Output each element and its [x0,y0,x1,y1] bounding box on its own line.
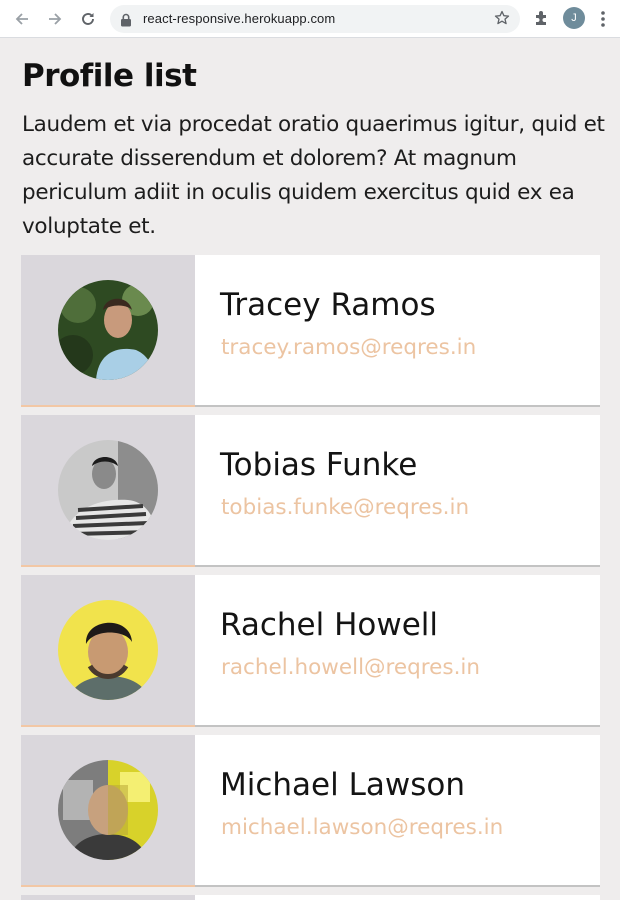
avatar-panel [21,255,195,407]
forward-arrow-icon[interactable] [43,7,67,31]
avatar-panel [21,895,195,900]
kebab-menu-icon[interactable] [600,9,606,33]
avatar-panel [21,735,195,887]
avatar [58,440,158,540]
profile-email[interactable]: michael.lawson@reqres.in [221,815,503,840]
avatar-panel [21,415,195,567]
profile-email[interactable]: tobias.funke@reqres.in [221,495,469,520]
profile-name: Tracey Ramos [220,287,436,323]
reload-icon[interactable] [76,7,100,31]
profile-name: Michael Lawson [220,767,465,803]
intro-paragraph: Laudem et via procedat oratio quaerimus … [22,112,605,239]
avatar-panel [21,575,195,727]
star-icon[interactable] [494,10,510,30]
url-text: react-responsive.herokuapp.com [143,11,336,26]
profile-avatar-button[interactable]: J [563,7,585,29]
avatar [58,600,158,700]
browser-toolbar: react-responsive.herokuapp.com J [0,0,620,38]
profile-email[interactable]: tracey.ramos@reqres.in [221,335,476,360]
avatar [58,280,158,380]
profile-card: Michael Lawson michael.lawson@reqres.in [21,735,600,887]
back-arrow-icon[interactable] [10,7,34,31]
avatar [58,760,158,860]
profile-card: Rachel Howell rachel.howell@reqres.in [21,575,600,727]
profile-name: Rachel Howell [220,607,439,643]
page-title: Profile list [22,58,197,94]
profile-email[interactable]: rachel.howell@reqres.in [221,655,480,680]
lock-icon [120,12,132,31]
profile-card-partial [21,895,600,900]
profile-card: Tracey Ramos tracey.ramos@reqres.in [21,255,600,407]
profile-name: Tobias Funke [220,447,418,483]
profile-card: Tobias Funke tobias.funke@reqres.in [21,415,600,567]
address-bar[interactable]: react-responsive.herokuapp.com [110,5,520,33]
puzzle-extension-icon[interactable] [532,8,552,32]
profile-initial: J [571,12,577,24]
